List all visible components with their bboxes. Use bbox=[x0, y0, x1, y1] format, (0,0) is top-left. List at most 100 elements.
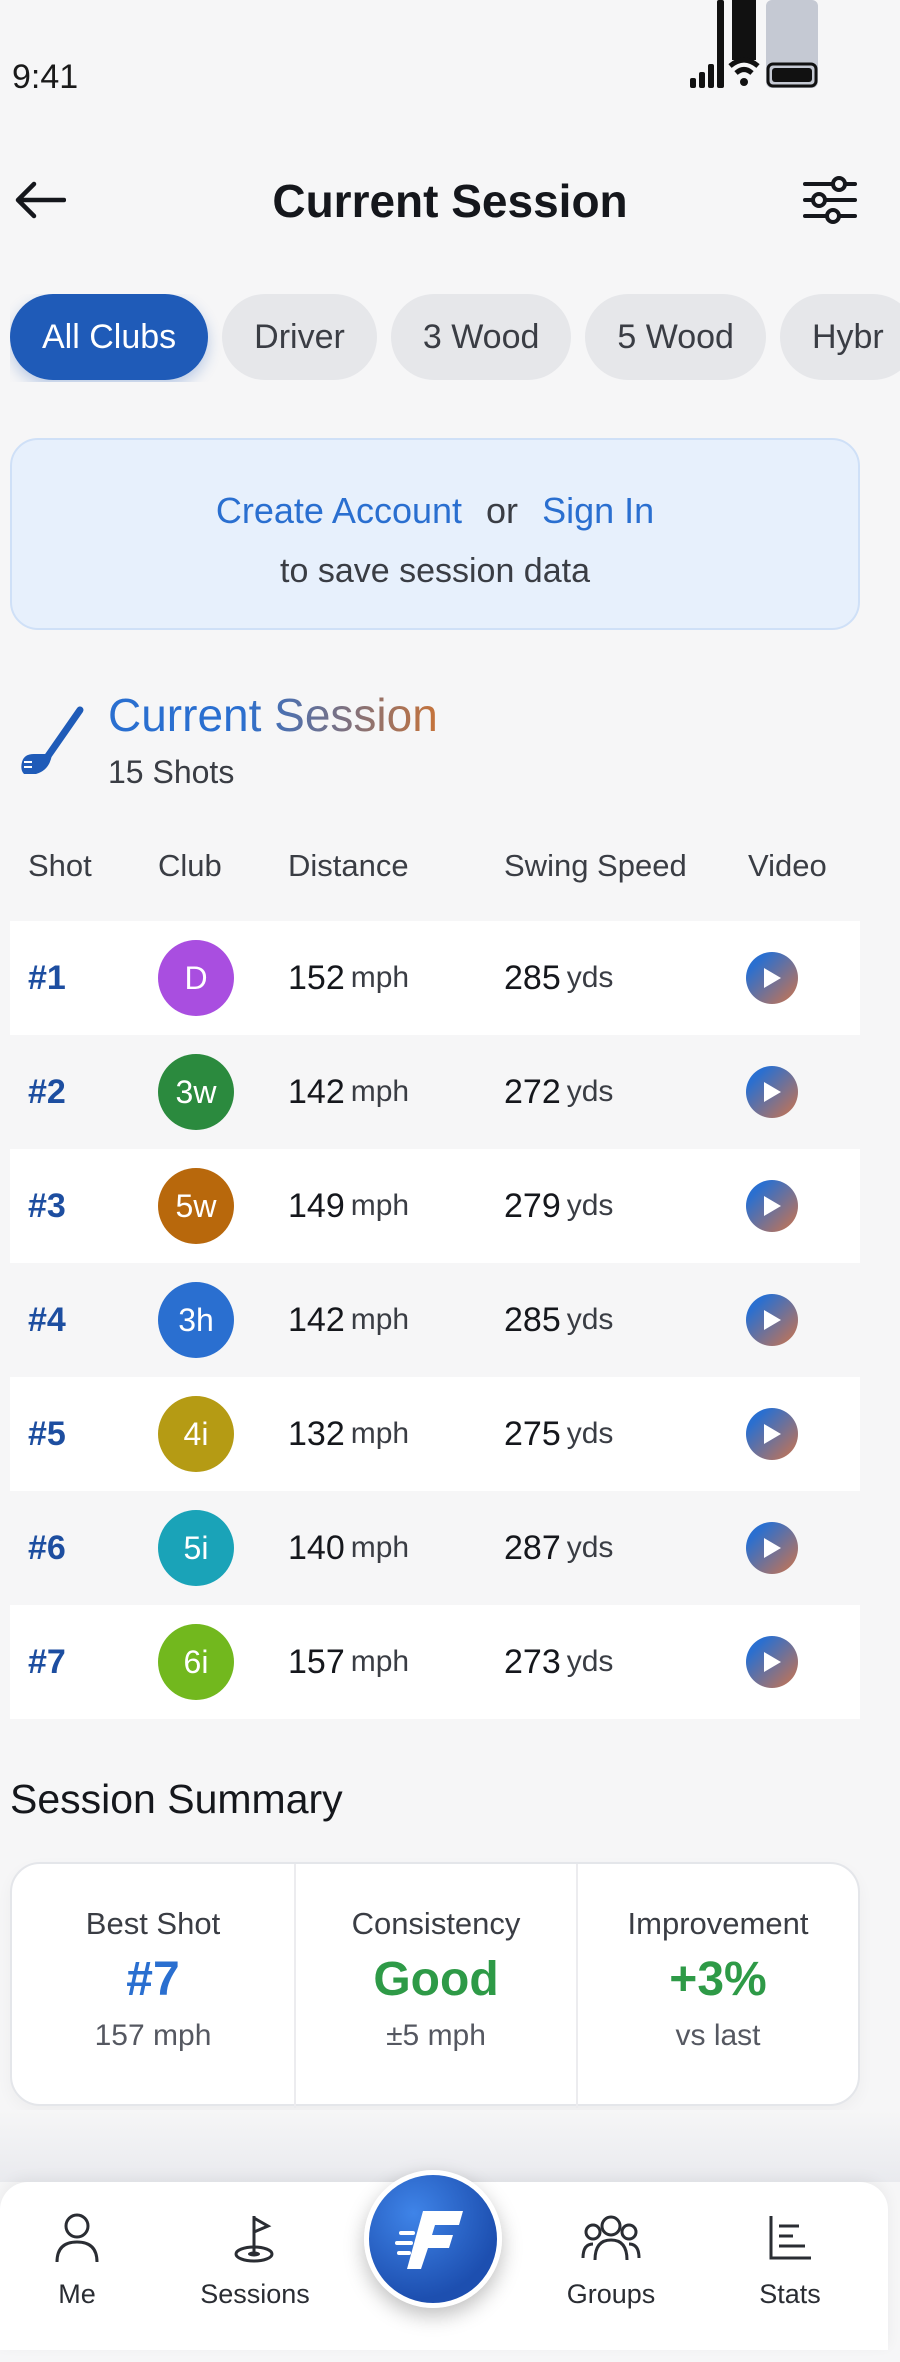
table-row[interactable]: #5 4i 132 mph 275 yds bbox=[10, 1377, 860, 1491]
play-icon bbox=[764, 1196, 781, 1216]
account-prompt-line: Create Account or Sign In bbox=[12, 490, 858, 532]
speed-value: 272 bbox=[504, 1072, 561, 1111]
club-badge: 5w bbox=[158, 1168, 234, 1244]
home-fab-button[interactable] bbox=[364, 2170, 502, 2308]
distance-unit: mph bbox=[350, 1531, 410, 1564]
improvement-sub: vs last bbox=[675, 2019, 761, 2052]
play-icon bbox=[764, 1424, 781, 1444]
speed-unit: yds bbox=[566, 1075, 614, 1108]
speed-value: 285 bbox=[504, 958, 561, 997]
play-video-button[interactable] bbox=[746, 1180, 798, 1232]
distance-value: 149 bbox=[288, 1186, 345, 1225]
signal-wifi-battery-icon bbox=[690, 0, 818, 88]
chip-3-wood[interactable]: 3 Wood bbox=[390, 294, 572, 380]
consistency-stat: Consistency Good ±5 mph bbox=[294, 1864, 576, 2108]
header-swing-speed: Swing Speed bbox=[504, 848, 687, 883]
play-video-button[interactable] bbox=[746, 952, 798, 1004]
chip-5-wood[interactable]: 5 Wood bbox=[585, 294, 766, 380]
distance-value: 157 bbox=[288, 1642, 345, 1681]
consistency-value: Good bbox=[373, 1953, 499, 2006]
account-prompt-card: Create Account or Sign In to save sessio… bbox=[10, 438, 860, 630]
distance-unit: mph bbox=[350, 1075, 410, 1108]
distance-value: 142 bbox=[288, 1072, 345, 1111]
session-title: Current Session bbox=[108, 689, 438, 741]
speed-unit: yds bbox=[566, 1189, 614, 1222]
club-filter-chips: All Clubs Driver 3 Wood 5 Wood Hybr bbox=[10, 294, 900, 382]
play-icon bbox=[764, 1310, 781, 1330]
consistency-sub: ±5 mph bbox=[386, 2019, 486, 2052]
distance-unit: mph bbox=[350, 1417, 410, 1450]
table-row[interactable]: #7 6i 157 mph 273 yds bbox=[10, 1605, 860, 1719]
filter-button[interactable] bbox=[800, 172, 860, 228]
distance-unit: mph bbox=[350, 1189, 410, 1222]
speed-value: 279 bbox=[504, 1186, 561, 1225]
sliders-icon bbox=[803, 176, 857, 224]
speed-unit: yds bbox=[566, 1531, 614, 1564]
golf-flag-icon bbox=[234, 2216, 274, 2263]
play-video-button[interactable] bbox=[746, 1294, 798, 1346]
brand-logo-icon bbox=[395, 2211, 463, 2269]
speed-unit: yds bbox=[566, 1645, 614, 1678]
distance-value: 132 bbox=[288, 1414, 345, 1453]
shot-number: #5 bbox=[28, 1414, 66, 1453]
nav-stats[interactable]: Stats bbox=[715, 2212, 865, 2310]
nav-groups[interactable]: Groups bbox=[536, 2212, 686, 2310]
speed-unit: yds bbox=[566, 1303, 614, 1336]
nav-sessions-label: Sessions bbox=[200, 2279, 310, 2309]
play-video-button[interactable] bbox=[746, 1636, 798, 1688]
header-video: Video bbox=[748, 848, 827, 883]
bottom-nav: Me Sessions Groups Stats bbox=[0, 2170, 888, 2350]
nav-me[interactable]: Me bbox=[2, 2212, 152, 2310]
group-icon bbox=[581, 2215, 641, 2261]
summary-title: Session Summary bbox=[10, 1776, 343, 1822]
distance-value: 140 bbox=[288, 1528, 345, 1567]
table-row[interactable]: #6 5i 140 mph 287 yds bbox=[10, 1491, 860, 1605]
table-row[interactable]: #4 3h 142 mph 285 yds bbox=[10, 1263, 860, 1377]
shot-number: #3 bbox=[28, 1186, 66, 1225]
top-header: Current Session bbox=[0, 160, 900, 240]
person-icon bbox=[55, 2213, 99, 2263]
play-icon bbox=[764, 1538, 781, 1558]
play-icon bbox=[764, 1082, 781, 1102]
best-shot-label: Best Shot bbox=[85, 1906, 221, 1941]
nav-stats-label: Stats bbox=[759, 2279, 821, 2309]
shot-count: 15 Shots bbox=[108, 754, 235, 790]
chip-driver[interactable]: Driver bbox=[222, 294, 377, 380]
play-video-button[interactable] bbox=[746, 1408, 798, 1460]
improvement-label: Improvement bbox=[627, 1906, 809, 1941]
club-badge: 3h bbox=[158, 1282, 234, 1358]
status-bar: 9:41 bbox=[0, 0, 900, 110]
improvement-value: +3% bbox=[669, 1953, 767, 2006]
consistency-label: Consistency bbox=[351, 1906, 521, 1941]
speed-unit: yds bbox=[566, 1417, 614, 1450]
play-video-button[interactable] bbox=[746, 1066, 798, 1118]
club-badge: 5i bbox=[158, 1510, 234, 1586]
play-video-button[interactable] bbox=[746, 1522, 798, 1574]
sign-in-link[interactable]: Sign In bbox=[542, 490, 654, 531]
shot-number: #1 bbox=[28, 958, 66, 997]
nav-sessions[interactable]: Sessions bbox=[180, 2212, 330, 2310]
bar-chart-icon bbox=[769, 2216, 811, 2260]
play-icon bbox=[764, 968, 781, 988]
shots-table-header: Shot Club Distance Swing Speed Video bbox=[10, 848, 860, 898]
table-row[interactable]: #3 5w 149 mph 279 yds bbox=[10, 1149, 860, 1263]
speed-unit: yds bbox=[566, 961, 614, 994]
header-distance: Distance bbox=[288, 848, 409, 883]
distance-unit: mph bbox=[350, 1303, 410, 1336]
best-shot-stat: Best Shot #7 157 mph bbox=[12, 1864, 294, 2108]
chip-all-clubs[interactable]: All Clubs bbox=[10, 294, 209, 380]
status-time: 9:41 bbox=[12, 58, 79, 96]
create-account-link[interactable]: Create Account bbox=[216, 490, 462, 531]
golf-club-icon bbox=[21, 706, 84, 774]
chip-hybrid[interactable]: Hybr bbox=[779, 294, 900, 380]
header-shot: Shot bbox=[28, 848, 92, 883]
table-row[interactable]: #2 3w 142 mph 272 yds bbox=[10, 1035, 860, 1149]
club-badge: 4i bbox=[158, 1396, 234, 1472]
or-text: or bbox=[486, 490, 519, 531]
best-shot-sub: 157 mph bbox=[94, 2019, 212, 2052]
speed-value: 287 bbox=[504, 1528, 561, 1567]
club-badge: 6i bbox=[158, 1624, 234, 1700]
speed-value: 275 bbox=[504, 1414, 561, 1453]
table-row[interactable]: #1 D 152 mph 285 yds bbox=[10, 921, 860, 1035]
shot-number: #4 bbox=[28, 1300, 66, 1339]
